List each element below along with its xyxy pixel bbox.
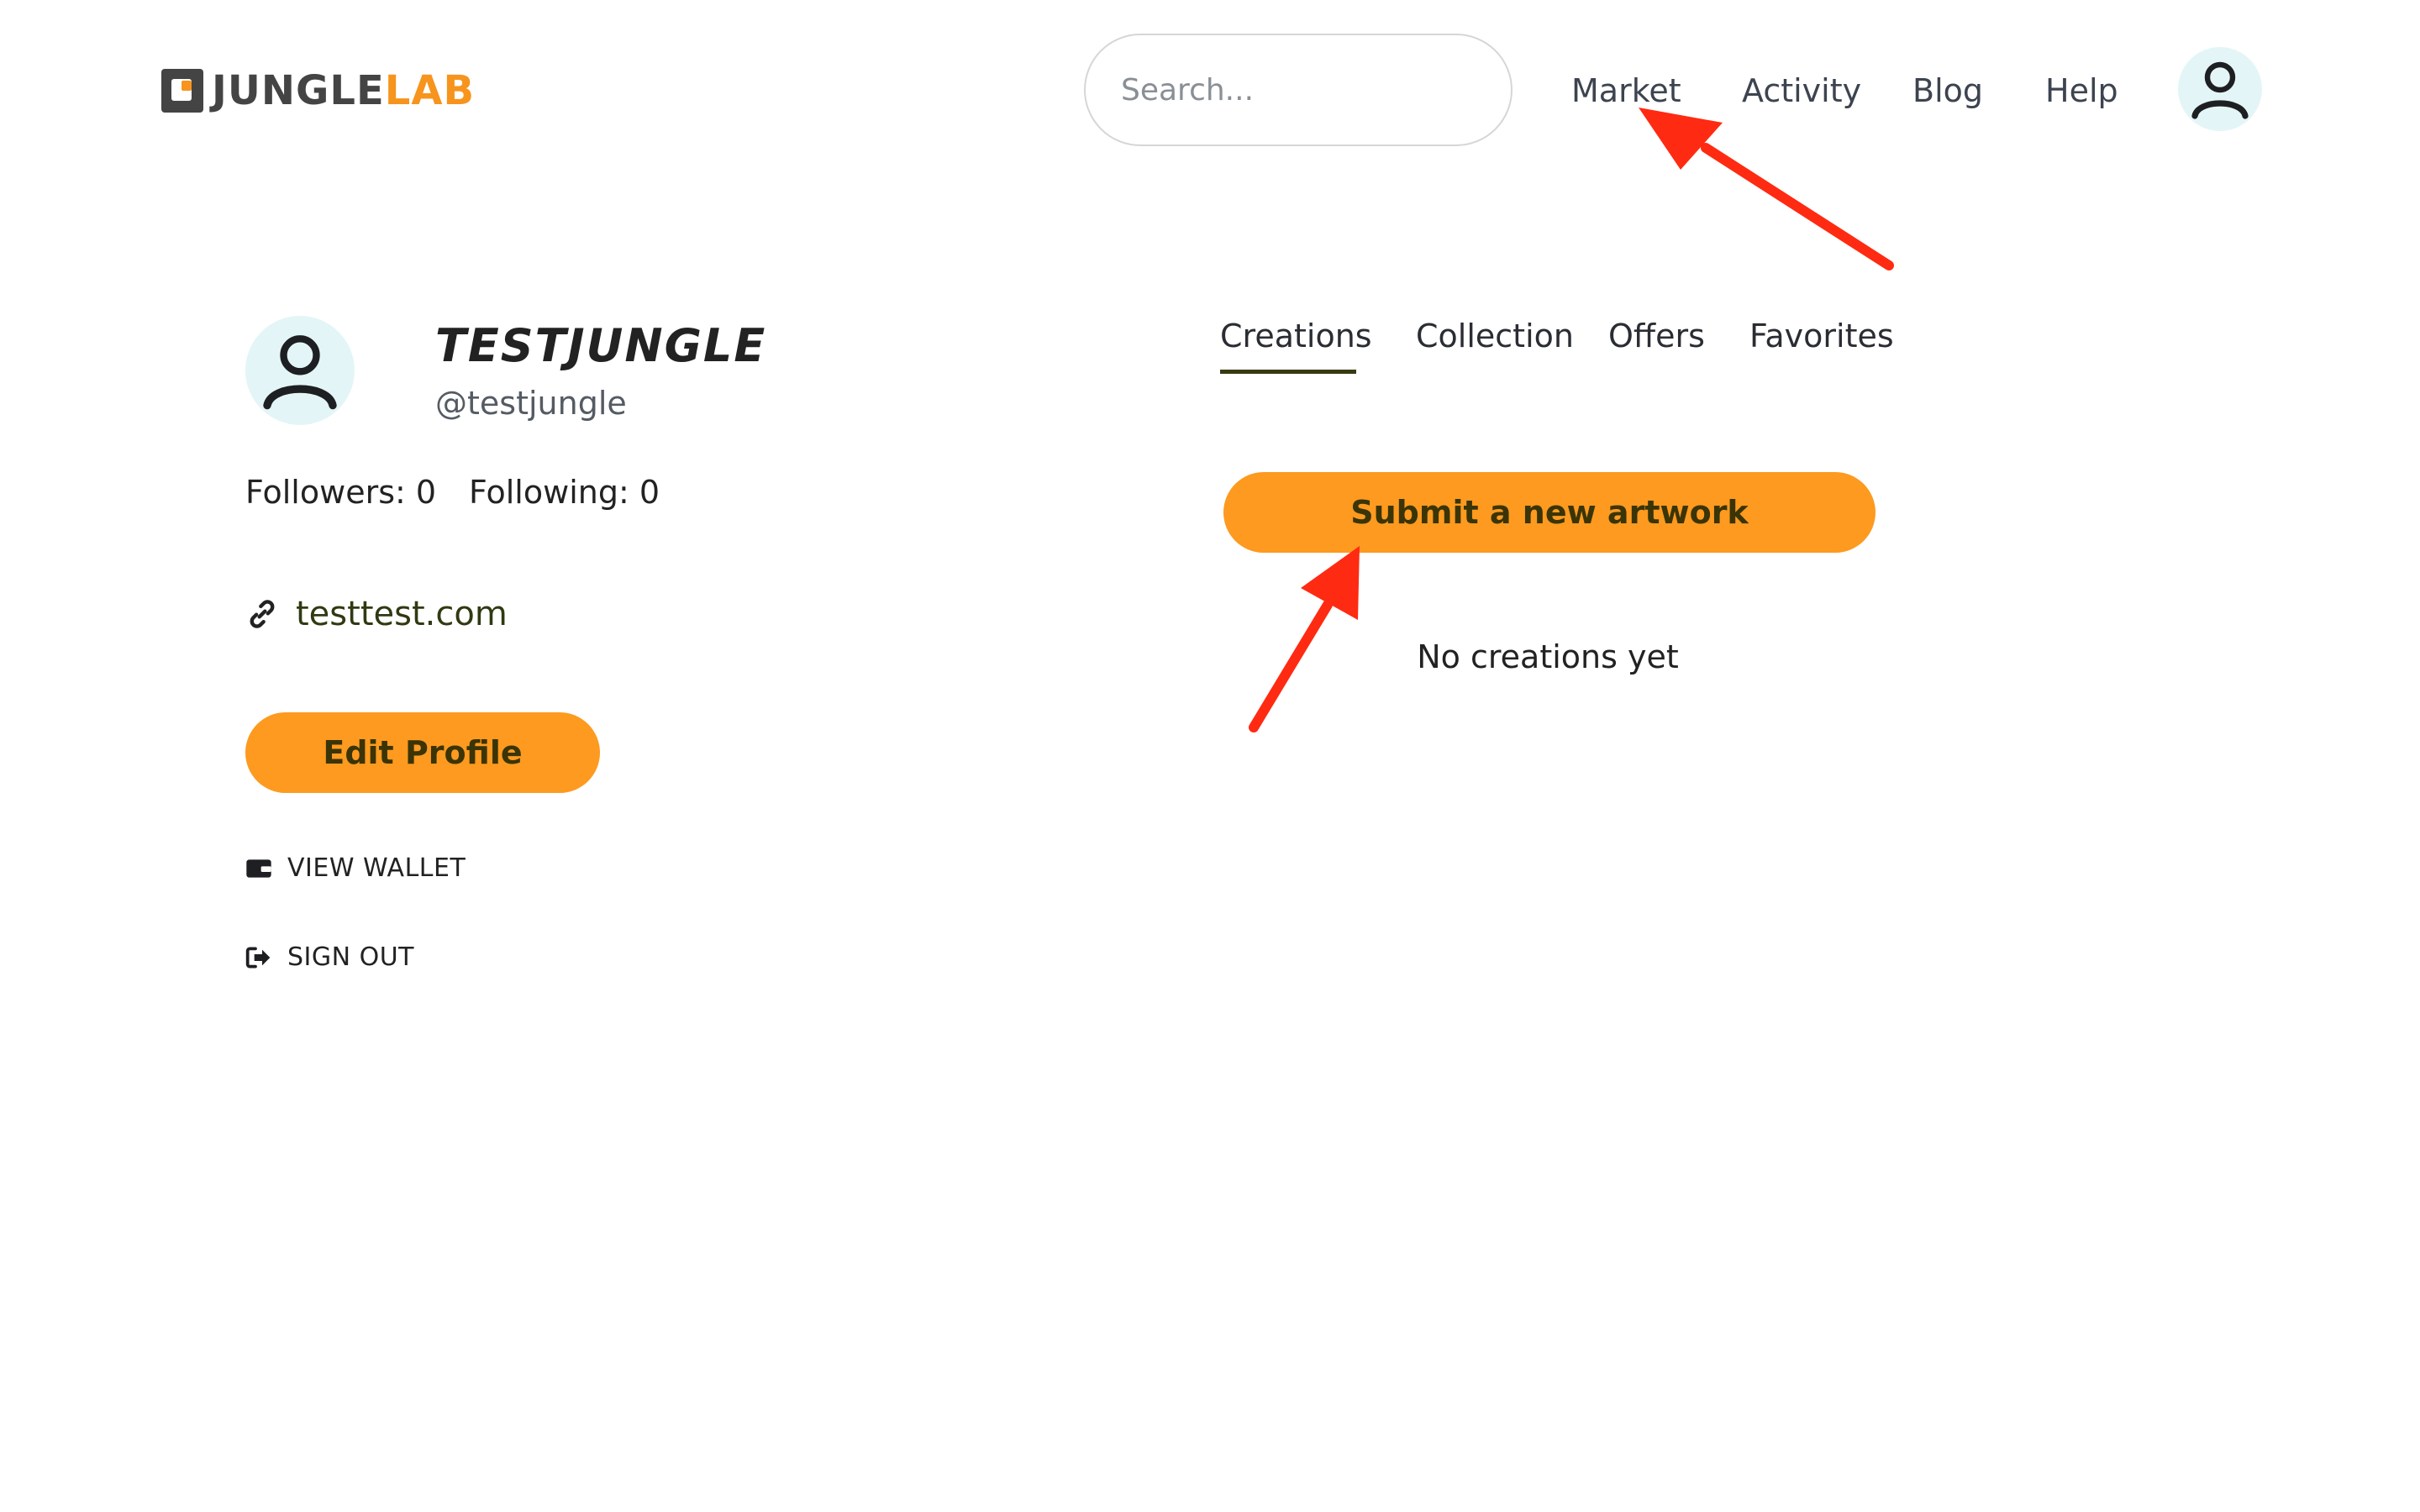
view-wallet-label: VIEW WALLET <box>287 853 466 883</box>
submit-artwork-button[interactable]: Submit a new artwork <box>1223 472 1876 553</box>
search-box[interactable] <box>1084 34 1512 146</box>
tab-creations-indicator <box>1220 370 1356 374</box>
wallet-icon <box>246 858 271 878</box>
view-wallet-link[interactable]: VIEW WALLET <box>245 853 466 883</box>
sign-out-link[interactable]: SIGN OUT <box>245 942 414 972</box>
sign-out-icon <box>245 946 271 969</box>
arrow-to-market <box>1639 108 1894 270</box>
logo-icon <box>161 69 203 113</box>
profile-handle: @testjungle <box>435 385 627 422</box>
nav-blog[interactable]: Blog <box>1912 67 1983 114</box>
logo-text-accent: LAB <box>384 67 476 114</box>
tab-offers[interactable]: Offers <box>1608 312 1705 360</box>
profile-display-name: TESTJUNGLE <box>435 319 767 372</box>
logo-text: JUNGLELAB <box>212 71 475 111</box>
nav-market[interactable]: Market <box>1571 67 1681 114</box>
search-input[interactable] <box>1119 71 1499 108</box>
nav-help[interactable]: Help <box>2045 67 2118 114</box>
empty-state-message: No creations yet <box>1417 638 1679 675</box>
tab-favorites[interactable]: Favorites <box>1749 312 1894 360</box>
brand-logo[interactable]: JUNGLELAB <box>161 67 475 114</box>
sign-out-label: SIGN OUT <box>287 942 415 972</box>
tab-creations[interactable]: Creations <box>1220 312 1372 360</box>
following-count[interactable]: Following: 0 <box>469 474 660 511</box>
user-icon <box>2191 61 2249 119</box>
nav-activity[interactable]: Activity <box>1742 67 1861 114</box>
profile-avatar <box>245 316 355 425</box>
followers-count[interactable]: Followers: 0 <box>245 474 436 511</box>
link-icon <box>250 600 275 628</box>
profile-website[interactable]: testtest.com <box>245 595 508 633</box>
website-link[interactable]: testtest.com <box>296 595 508 633</box>
user-icon <box>263 335 337 410</box>
edit-profile-button[interactable]: Edit Profile <box>245 712 600 793</box>
account-avatar-button[interactable] <box>2178 47 2262 131</box>
tab-collection[interactable]: Collection <box>1416 312 1574 360</box>
logo-text-main: JUNGLE <box>212 67 385 114</box>
arrow-to-submit-button <box>1249 546 1360 732</box>
